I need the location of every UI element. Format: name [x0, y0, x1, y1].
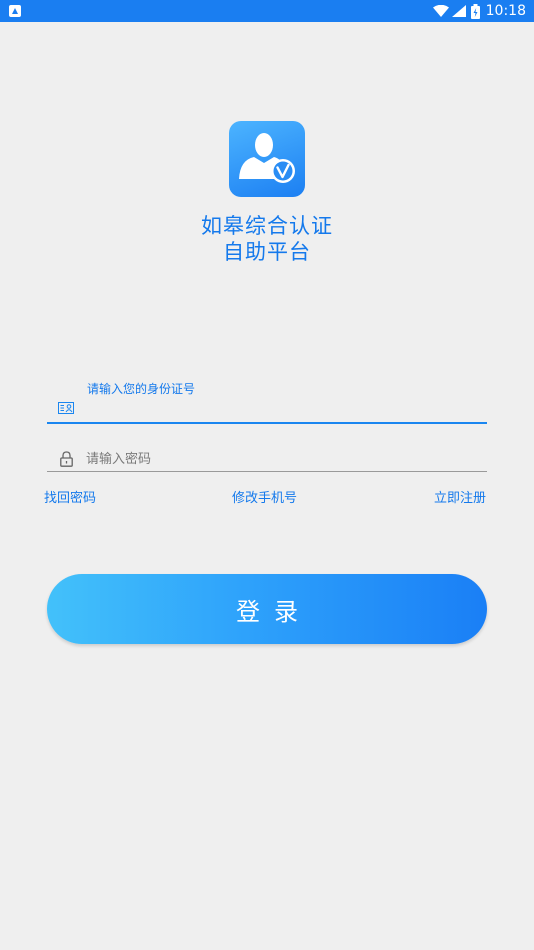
app-logo: [229, 121, 305, 197]
id-number-input[interactable]: [86, 399, 466, 419]
login-button[interactable]: 登录: [47, 574, 487, 644]
status-bar: 10:18: [0, 0, 534, 22]
register-link[interactable]: 立即注册: [434, 487, 486, 506]
app-title-line1: 如皋综合认证: [201, 214, 333, 238]
change-phone-link[interactable]: 修改手机号: [232, 487, 297, 506]
password-input[interactable]: [86, 449, 466, 469]
login-screen: 10:18 如皋综合认证 自助平台 请输入您的身份证号 找回密码 修改手机号 立…: [0, 0, 534, 950]
lock-icon: [60, 451, 73, 467]
notification-icon: [9, 5, 21, 17]
password-field-underline: [47, 471, 487, 472]
app-title-line2: 自助平台: [223, 240, 311, 264]
user-verified-icon: [239, 133, 295, 183]
wifi-icon: [432, 5, 449, 17]
clock-time: 10:18: [485, 3, 526, 19]
id-card-icon: [58, 402, 74, 414]
battery-icon: [470, 3, 480, 19]
signal-icon: [451, 5, 466, 17]
status-icons: 10:18: [432, 0, 526, 22]
id-field-label: 请输入您的身份证号: [87, 382, 196, 396]
id-field-underline: [47, 422, 487, 424]
forgot-password-link[interactable]: 找回密码: [44, 487, 96, 506]
